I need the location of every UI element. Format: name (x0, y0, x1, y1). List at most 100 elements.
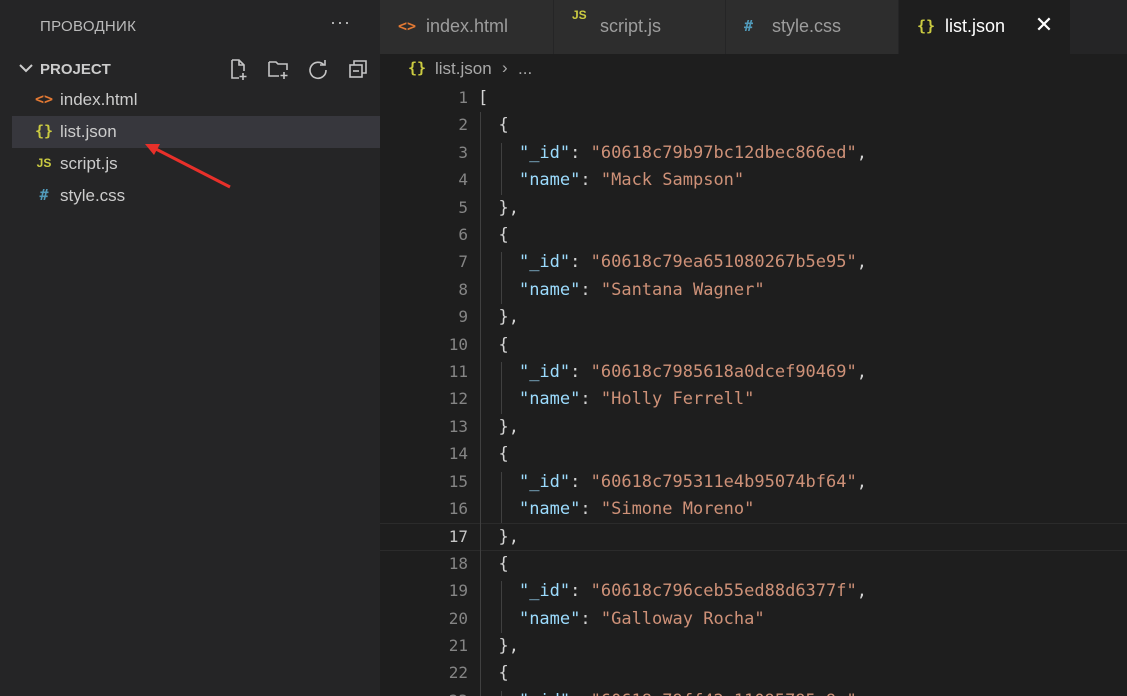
code-line[interactable]: 14 { (380, 441, 1127, 468)
tab-style-css[interactable]: # style.css (726, 0, 899, 54)
file-item-index-html[interactable]: <> index.html (12, 84, 380, 116)
more-actions-icon[interactable]: ··· (330, 12, 351, 33)
code-text: { (478, 553, 509, 574)
explorer-header: ПРОВОДНИК ··· (0, 0, 380, 54)
line-number: 15 (448, 471, 468, 491)
refresh-icon[interactable] (306, 57, 332, 83)
code-line[interactable]: 1[ (380, 85, 1127, 112)
code-text: }, (478, 197, 519, 218)
json-punctuation: : (570, 471, 591, 492)
line-number: 21 (448, 636, 468, 655)
file-label: style.css (60, 186, 126, 205)
json-punctuation (478, 691, 519, 696)
code-line[interactable]: 15 "_id": "60618c795311e4b95074bf64", (380, 469, 1127, 496)
code-line[interactable]: 17 }, (380, 523, 1127, 551)
breadcrumb-file[interactable]: list.json (435, 59, 492, 79)
json-key: "name" (518, 279, 581, 300)
code-line[interactable]: 6 { (380, 222, 1127, 249)
code-line[interactable]: 3 "_id": "60618c79b97bc12dbec866ed", (380, 140, 1127, 167)
json-punctuation (478, 389, 519, 409)
json-punctuation: , (856, 471, 867, 492)
json-punctuation: : (580, 608, 601, 629)
breadcrumb-symbol[interactable]: ... (518, 59, 532, 79)
code-line[interactable]: 13 }, (380, 414, 1127, 441)
tab-label: style.css (772, 16, 842, 36)
tab-script-js[interactable]: JS script.js (554, 0, 726, 54)
line-number: 18 (448, 553, 468, 573)
tab-index-html[interactable]: <> index.html (380, 0, 554, 54)
code-text: "_id": "60618c79ea651080267b5e95", (478, 252, 867, 272)
file-label: script.js (60, 154, 118, 173)
code-line[interactable]: 12 "name": "Holly Ferrell" (380, 386, 1127, 413)
json-key: "_id" (519, 691, 570, 696)
code-line[interactable]: 2 { (380, 112, 1127, 139)
tab-label: list.json (945, 16, 1006, 36)
json-punctuation: }, (478, 307, 519, 328)
code-line[interactable]: 11 "_id": "60618c7985618a0dcef90469", (380, 359, 1127, 386)
json-punctuation: { (478, 553, 509, 574)
json-punctuation: { (478, 334, 509, 355)
json-string: "60618c79ea651080267b5e95" (590, 252, 857, 273)
json-key: "_id" (518, 142, 571, 163)
code-line[interactable]: 18 { (380, 551, 1127, 578)
code-line[interactable]: 23 "_id": "60618c79ff42e11095795c9e", (380, 688, 1127, 696)
code-line[interactable]: 16 "name": "Simone Moreno" (380, 496, 1127, 523)
code-text: "_id": "60618c795311e4b95074bf64", (478, 472, 867, 492)
new-folder-icon[interactable] (266, 57, 292, 83)
indent-guide (501, 142, 502, 195)
line-number: 9 (458, 307, 468, 327)
json-punctuation (478, 499, 519, 519)
json-key: "name" (518, 389, 581, 410)
code-line[interactable]: 9 }, (380, 304, 1127, 331)
code-text: }, (478, 527, 518, 547)
editor-tab-bar: <> index.html JS script.js # style.css {… (380, 0, 1127, 54)
json-punctuation: { (478, 444, 509, 465)
code-editor[interactable]: 1[2 {3 "_id": "60618c79b97bc12dbec866ed"… (380, 84, 1127, 696)
json-key: "_id" (518, 252, 571, 273)
code-line[interactable]: 10 { (380, 332, 1127, 359)
json-string: "Holly Ferrell" (600, 389, 755, 410)
json-punctuation: : (570, 142, 591, 163)
line-number: 12 (448, 389, 468, 409)
json-punctuation (478, 362, 519, 382)
code-line[interactable]: 19 "_id": "60618c796ceb55ed88d6377f", (380, 578, 1127, 605)
code-text: "_id": "60618c7985618a0dcef90469", (478, 362, 867, 382)
json-punctuation: { (478, 225, 509, 245)
code-text: }, (478, 307, 519, 328)
line-number: 20 (448, 608, 468, 628)
code-line[interactable]: 21 }, (380, 633, 1127, 660)
json-punctuation: , (856, 252, 867, 273)
code-text: "name": "Holly Ferrell" (478, 389, 754, 409)
code-text: }, (478, 636, 518, 656)
line-number: 19 (448, 581, 468, 601)
chevron-right-icon: › (502, 58, 508, 77)
json-punctuation (478, 581, 519, 601)
code-line[interactable]: 20 "name": "Galloway Rocha" (380, 606, 1127, 633)
line-number: 3 (458, 142, 468, 162)
tab-list-json[interactable]: {} list.json ✕ (899, 0, 1071, 54)
json-punctuation: }, (478, 197, 519, 218)
code-text: { (478, 334, 509, 355)
json-punctuation: , (856, 362, 867, 382)
code-line[interactable]: 22 { (380, 660, 1127, 687)
json-punctuation: , (856, 142, 867, 163)
file-label: list.json (60, 122, 117, 141)
collapse-all-icon[interactable] (346, 57, 372, 83)
json-punctuation: : (570, 691, 590, 696)
code-line[interactable]: 8 "name": "Santana Wagner" (380, 277, 1127, 304)
project-section-header[interactable]: PROJECT (0, 54, 380, 84)
code-text: "_id": "60618c796ceb55ed88d6377f", (478, 581, 867, 601)
json-string: "Santana Wagner" (600, 279, 765, 300)
new-file-icon[interactable] (226, 57, 252, 83)
explorer-title: ПРОВОДНИК (40, 18, 137, 35)
json-punctuation: { (478, 663, 509, 684)
tab-label: script.js (600, 16, 662, 36)
code-line[interactable]: 7 "_id": "60618c79ea651080267b5e95", (380, 249, 1127, 276)
json-punctuation (478, 252, 519, 272)
chevron-down-icon (19, 64, 33, 73)
line-number: 11 (448, 362, 468, 381)
code-line[interactable]: 4 "name": "Mack Sampson" (380, 167, 1127, 194)
close-icon[interactable]: ✕ (1032, 12, 1056, 38)
json-punctuation: : (580, 499, 601, 519)
code-line[interactable]: 5 }, (380, 195, 1127, 222)
